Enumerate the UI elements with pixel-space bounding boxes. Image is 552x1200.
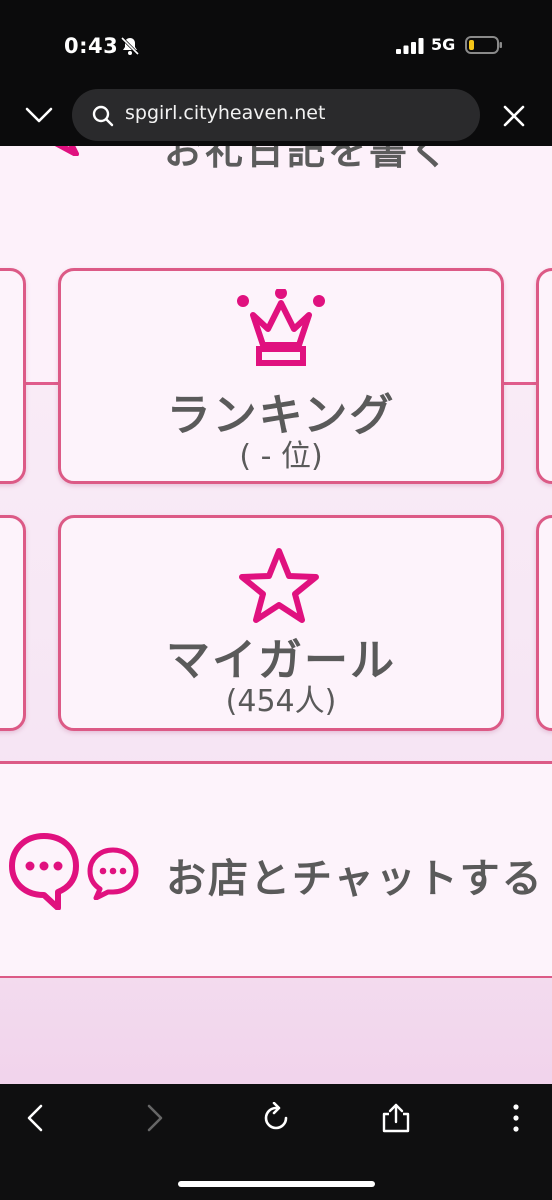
diary-label: お礼日記を書く bbox=[164, 146, 452, 173]
more-options-icon[interactable] bbox=[500, 1102, 532, 1134]
ranking-card[interactable]: ランキング ( - 位) bbox=[58, 268, 504, 484]
chat-label: お店とチャットする bbox=[166, 856, 544, 902]
silent-bell-icon bbox=[120, 36, 140, 56]
address-bar[interactable]: spgirl.cityheaven.net bbox=[72, 89, 480, 141]
signal-icon bbox=[396, 38, 424, 54]
side-card-left-2[interactable] bbox=[0, 515, 26, 731]
back-icon[interactable] bbox=[20, 1102, 52, 1134]
browser-top-bar: 0:43 5G spgirl.cityheaven.net bbox=[0, 0, 552, 146]
reload-icon[interactable] bbox=[260, 1102, 292, 1134]
page-content: お礼日記を書く ランキング ( - 位) マイガール (454人) お店とチャッ… bbox=[0, 146, 552, 1084]
lower-band bbox=[0, 978, 552, 1084]
chat-bubble-large-icon bbox=[9, 833, 79, 910]
close-icon[interactable] bbox=[500, 102, 528, 130]
chevron-down-icon[interactable] bbox=[24, 104, 54, 126]
speech-bubble-icon bbox=[54, 146, 79, 156]
mygirl-count: (454人) bbox=[225, 684, 337, 719]
search-icon bbox=[92, 105, 114, 127]
chat-button[interactable]: お店とチャットする bbox=[0, 761, 552, 979]
status-time: 0:43 bbox=[64, 34, 119, 58]
network-type: 5G bbox=[431, 35, 456, 54]
battery-icon bbox=[465, 36, 502, 54]
mygirl-card[interactable]: マイガール (454人) bbox=[58, 515, 504, 731]
ranking-position: ( - 位) bbox=[239, 439, 323, 474]
chat-bubble-small-icon bbox=[87, 847, 139, 900]
side-card-left[interactable] bbox=[0, 268, 26, 484]
url-text: spgirl.cityheaven.net bbox=[125, 102, 326, 124]
crown-icon bbox=[237, 289, 325, 366]
share-icon[interactable] bbox=[380, 1102, 412, 1134]
home-indicator bbox=[178, 1181, 375, 1187]
star-icon bbox=[239, 548, 319, 623]
side-card-right-2[interactable] bbox=[536, 515, 552, 731]
forward-icon[interactable] bbox=[138, 1102, 170, 1134]
side-card-right[interactable] bbox=[536, 268, 552, 484]
